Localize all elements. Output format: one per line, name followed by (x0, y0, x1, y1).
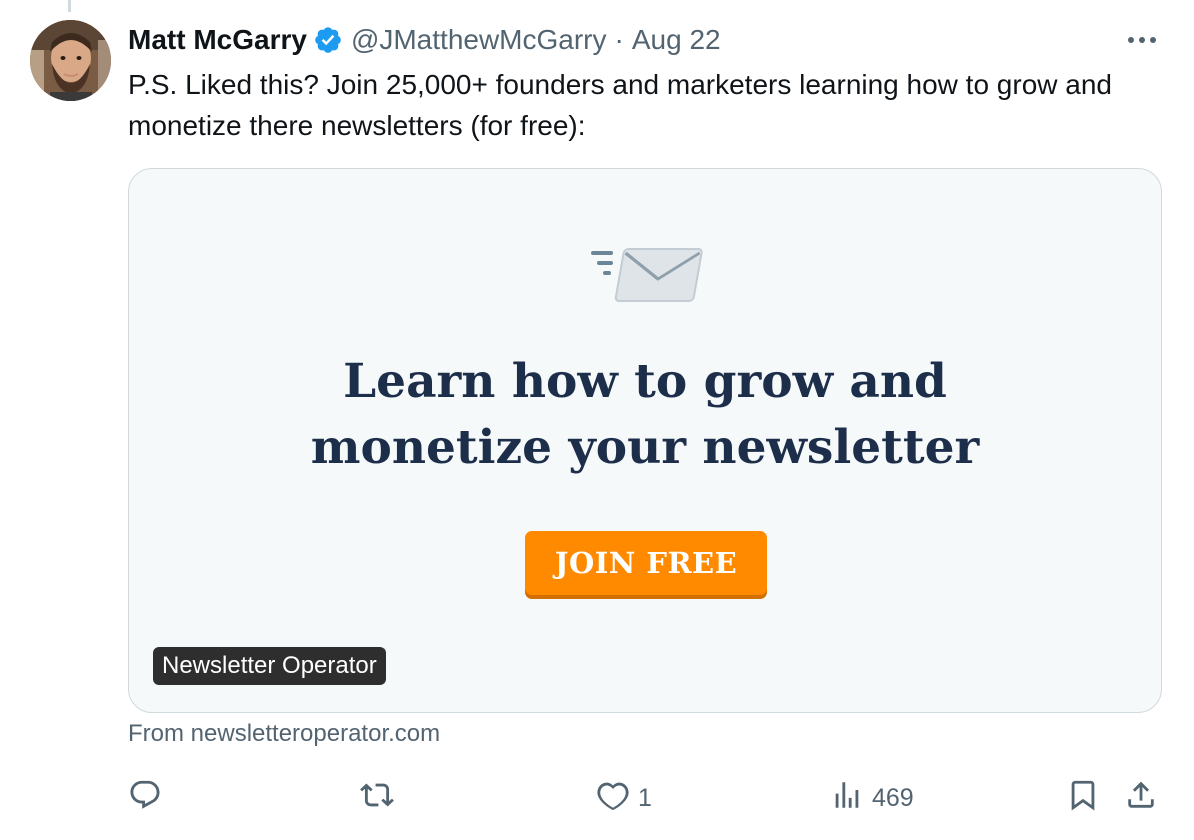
join-free-button[interactable]: JOIN FREE (525, 531, 767, 595)
site-badge: Newsletter Operator (153, 647, 386, 685)
reply-icon (128, 778, 162, 819)
tweet[interactable]: Matt McGarry @JMatthewMcGarry · Aug 22 P… (0, 0, 1194, 840)
views-icon (830, 778, 864, 819)
verified-badge-icon[interactable] (313, 25, 343, 55)
link-card[interactable]: Learn how to grow and monetize your news… (128, 168, 1162, 713)
retweet-icon (360, 778, 394, 819)
card-headline-line-2: monetize your newsletter (310, 420, 980, 475)
views-button[interactable]: 469 (830, 775, 914, 821)
avatar[interactable] (30, 20, 111, 101)
separator-dot: · (614, 24, 624, 55)
tweet-header: Matt McGarry @JMatthewMcGarry · Aug 22 (128, 22, 721, 58)
action-bar: 1 469 (0, 775, 1194, 821)
tweet-text: P.S. Liked this? Join 25,000+ founders a… (128, 69, 1112, 141)
card-headline-line-1: Learn how to grow and (343, 354, 947, 409)
retweet-button[interactable] (360, 775, 402, 821)
share-button[interactable] (1124, 775, 1158, 821)
envelope-icon (587, 245, 703, 309)
display-name[interactable]: Matt McGarry (128, 24, 307, 56)
bookmark-button[interactable] (1066, 775, 1100, 821)
like-button[interactable]: 1 (596, 775, 652, 821)
card-source-link[interactable]: From newsletteroperator.com (128, 720, 440, 748)
user-handle[interactable]: @JMatthewMcGarry (351, 24, 607, 56)
tweet-date[interactable]: Aug 22 (632, 24, 721, 56)
thread-line (68, 0, 71, 12)
bookmark-icon (1066, 778, 1100, 819)
like-count: 1 (638, 783, 652, 812)
heart-icon (596, 778, 630, 819)
card-headline: Learn how to grow and monetize your news… (129, 349, 1161, 481)
reply-button[interactable] (128, 775, 170, 821)
share-icon (1124, 778, 1158, 819)
views-count: 469 (872, 783, 914, 812)
more-icon[interactable] (1124, 28, 1160, 52)
